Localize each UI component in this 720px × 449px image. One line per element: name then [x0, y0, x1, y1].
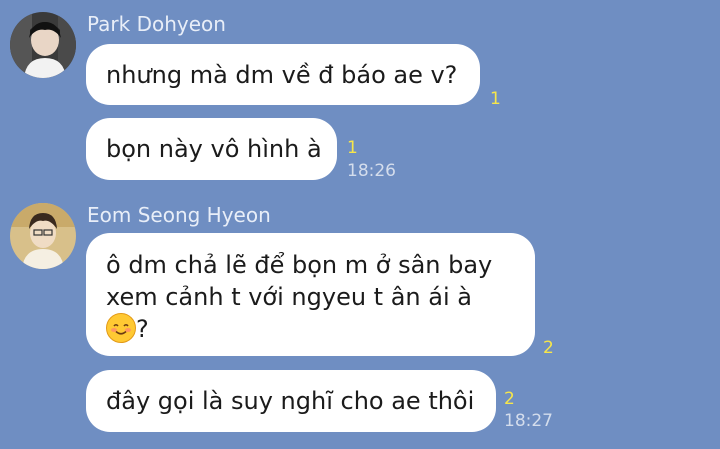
profile-photo-icon	[10, 12, 76, 78]
sender-name: Park Dohyeon	[87, 12, 226, 36]
timestamp: 18:27	[504, 411, 553, 431]
avatar-eom-seong-hyeon[interactable]	[10, 203, 76, 269]
sender-name: Eom Seong Hyeon	[87, 203, 271, 227]
timestamp: 18:26	[347, 161, 396, 181]
message-bubble[interactable]: bọn này vô hình à	[86, 118, 337, 180]
message-text: ?	[136, 315, 149, 343]
message-text-line-last: ?	[106, 313, 515, 345]
profile-photo-icon	[10, 203, 76, 269]
message-bubble[interactable]: ô dm chả lẽ để bọn m ở sân bay xem cảnh …	[86, 233, 535, 356]
avatar-park-dohyeon[interactable]	[10, 12, 76, 78]
message-bubble[interactable]: nhưng mà dm về đ báo ae v?	[86, 44, 480, 105]
unread-count: 2	[504, 389, 515, 409]
smiling-blush-emoji-icon	[106, 313, 136, 343]
unread-count: 2	[543, 338, 554, 358]
unread-count: 1	[490, 89, 501, 109]
message-bubble[interactable]: đây gọi là suy nghĩ cho ae thôi	[86, 370, 496, 432]
message-text: đây gọi là suy nghĩ cho ae thôi	[106, 387, 475, 415]
message-text: nhưng mà dm về đ báo ae v?	[106, 60, 458, 89]
unread-count: 1	[347, 138, 358, 158]
message-text-line: xem cảnh t với ngyeu t ân ái à	[106, 283, 472, 311]
message-text: bọn này vô hình à	[106, 135, 322, 163]
message-text-line: ô dm chả lẽ để bọn m ở sân bay	[106, 251, 493, 279]
